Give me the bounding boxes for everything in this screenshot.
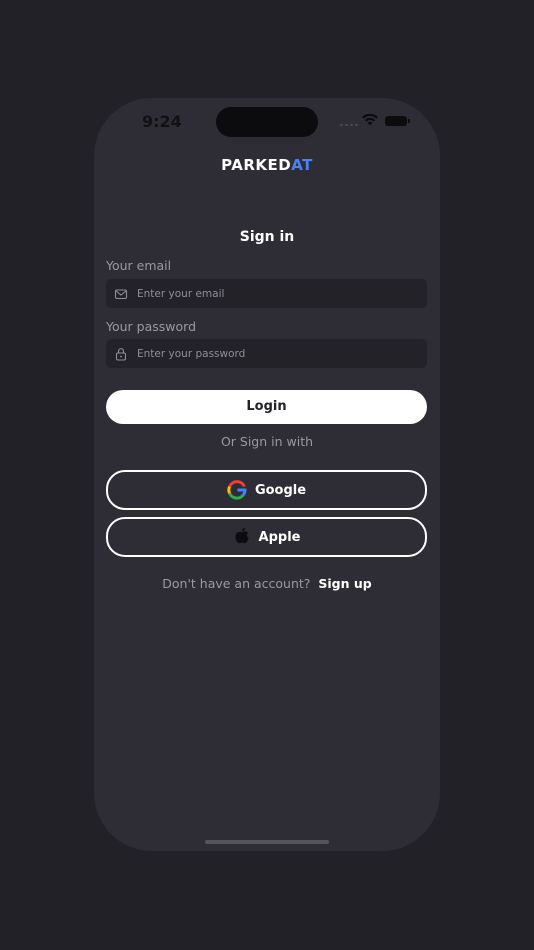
email-field-container: [106, 279, 427, 308]
lock-icon: [115, 348, 127, 361]
google-sign-in-button[interactable]: Google: [106, 470, 427, 510]
password-label: Your password: [106, 319, 197, 334]
page-title: Sign in: [239, 229, 295, 245]
google-icon: [227, 480, 247, 500]
signal-icon: [340, 124, 358, 126]
dynamic-island: [216, 107, 318, 137]
signup-prompt: Don't have an account?: [162, 576, 311, 591]
status-time: 9:24: [142, 112, 182, 131]
app-logo: PARKEDAT: [94, 156, 440, 174]
battery-icon: [385, 116, 410, 126]
login-button[interactable]: Login: [106, 390, 427, 424]
signup-row: Don't have an account? Sign up: [94, 576, 440, 591]
mail-icon: [114, 289, 128, 300]
or-sign-in-with-text: Or Sign in with: [220, 434, 314, 449]
google-button-label: Google: [254, 482, 307, 498]
wifi-icon: [362, 114, 378, 126]
password-input[interactable]: [137, 339, 417, 368]
apple-icon: [234, 527, 249, 544]
signup-link[interactable]: Sign up: [318, 576, 371, 591]
email-input[interactable]: [137, 279, 417, 308]
apple-sign-in-button[interactable]: Apple: [106, 517, 427, 557]
email-label: Your email: [106, 258, 172, 273]
home-indicator[interactable]: [205, 840, 329, 844]
apple-button-label: Apple: [258, 529, 301, 545]
logo-text-accent: AT: [291, 156, 313, 174]
phone-screen: 9:24 PARKEDAT Sign in Your email Your pa…: [94, 98, 440, 851]
logo-text-main: PARKED: [221, 156, 292, 174]
password-field-container: [106, 339, 427, 368]
